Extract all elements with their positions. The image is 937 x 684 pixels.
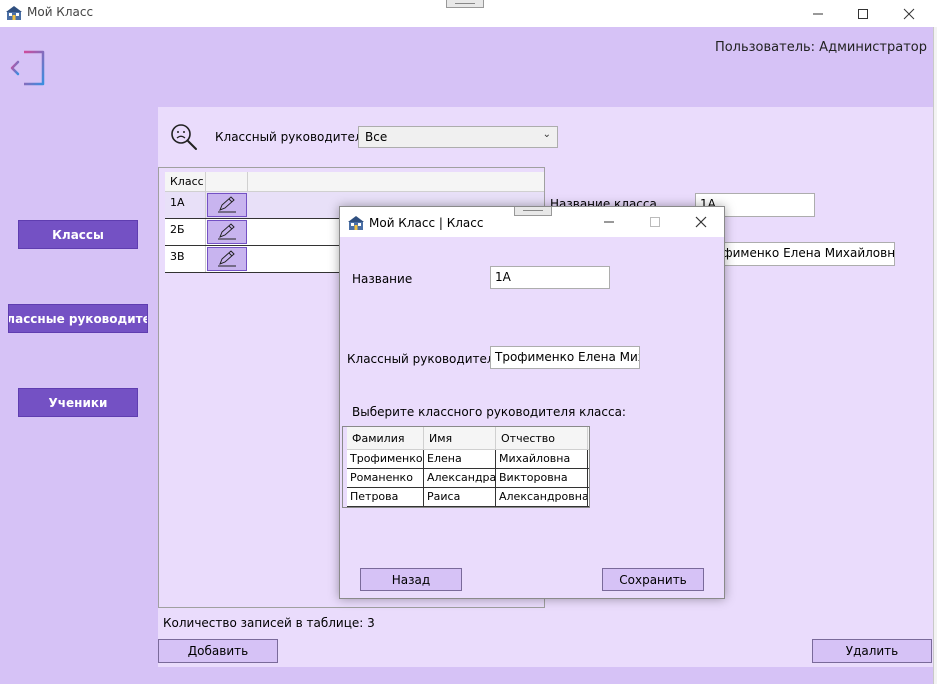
main-titlebar: Мой Класс xyxy=(0,0,937,27)
school-app-icon xyxy=(6,6,22,20)
dialog-minimize-button[interactable] xyxy=(586,207,632,237)
dialog-teacher-input[interactable]: Трофименко Елена Михайл xyxy=(490,346,640,369)
header-bar xyxy=(0,27,933,107)
logout-icon[interactable] xyxy=(8,48,48,88)
dialog-close-button[interactable] xyxy=(678,207,724,237)
lastname-cell: Петрова xyxy=(347,488,424,506)
add-button[interactable]: Добавить xyxy=(158,639,278,663)
firstname-cell: Александра xyxy=(424,469,496,487)
close-button[interactable] xyxy=(886,0,932,27)
column-header-patronymic[interactable]: Отчество xyxy=(496,427,588,449)
teachers-table: Фамилия Имя Отчество Трофименко Елена Ми… xyxy=(342,426,590,508)
choose-teacher-label: Выберите классного руководителя класса: xyxy=(352,405,626,419)
patronymic-cell: Викторовна xyxy=(496,469,588,487)
dialog-resize-grip[interactable] xyxy=(514,207,552,216)
pencil-icon xyxy=(218,196,236,213)
lastname-cell: Романенко xyxy=(347,469,424,487)
firstname-cell: Раиса xyxy=(424,488,496,506)
column-header-lastname[interactable]: Фамилия xyxy=(347,427,424,449)
delete-button[interactable]: Удалить xyxy=(812,639,932,663)
column-header-filler xyxy=(248,172,544,191)
dialog-name-input[interactable]: 1А xyxy=(490,266,610,289)
close-icon xyxy=(903,8,915,19)
minimize-button[interactable] xyxy=(795,0,841,27)
dialog-name-label: Название xyxy=(352,272,413,286)
table-header: Класс xyxy=(165,172,544,192)
patronymic-cell: Александровна xyxy=(496,488,588,506)
edit-button[interactable] xyxy=(207,247,247,271)
minimize-icon xyxy=(604,221,614,223)
minimize-icon xyxy=(813,13,823,14)
resize-grip[interactable] xyxy=(446,0,484,8)
class-cell: 3В xyxy=(165,246,206,272)
lastname-cell: Трофименко xyxy=(347,450,424,468)
record-count-label: Количество записей в таблице: 3 xyxy=(163,616,375,630)
bottom-strip xyxy=(158,667,933,684)
column-header-class[interactable]: Класс xyxy=(165,172,206,191)
table-row[interactable]: Петрова Раиса Александровна xyxy=(347,488,589,507)
sidebar-item-classes[interactable]: Классы xyxy=(18,220,138,249)
column-header-firstname[interactable]: Имя xyxy=(424,427,496,449)
sidebar-item-teachers[interactable]: Классные руководител xyxy=(8,304,148,333)
teacher-filter-label: Классный руководитель: xyxy=(215,130,374,144)
dialog-teacher-label: Классный руководитель xyxy=(347,352,502,366)
teachers-table-header: Фамилия Имя Отчество xyxy=(347,427,589,450)
maximize-icon xyxy=(650,217,660,227)
back-button[interactable]: Назад xyxy=(360,568,462,591)
pencil-icon xyxy=(218,250,236,267)
save-button[interactable]: Сохранить xyxy=(602,568,704,591)
dialog-titlebar: Мой Класс | Класс xyxy=(340,207,724,237)
dialog-title: Мой Класс | Класс xyxy=(369,216,484,230)
class-dialog: Мой Класс | Класс Название 1А Классный р… xyxy=(339,206,725,599)
table-row[interactable]: Трофименко Елена Михайловна xyxy=(347,450,589,469)
edit-button[interactable] xyxy=(207,220,247,244)
class-teacher-field[interactable]: офименко Елена Михайловна xyxy=(710,242,895,266)
edit-button[interactable] xyxy=(207,193,247,217)
school-app-icon xyxy=(348,216,364,230)
teacher-filter-select[interactable]: Все ⌄ xyxy=(358,126,558,148)
window-title: Мой Класс xyxy=(27,5,94,19)
window-edge xyxy=(933,27,937,684)
class-cell: 2Б xyxy=(165,219,206,245)
search-sad-icon xyxy=(171,124,197,150)
firstname-cell: Елена xyxy=(424,450,496,468)
close-icon xyxy=(695,216,707,228)
column-header-edit xyxy=(206,172,248,191)
class-cell: 1А xyxy=(165,192,206,218)
patronymic-cell: Михайловна xyxy=(496,450,588,468)
maximize-button[interactable] xyxy=(840,0,886,27)
sidebar-item-students[interactable]: Ученики xyxy=(18,388,138,417)
dialog-maximize-button xyxy=(632,207,678,237)
table-row[interactable]: Романенко Александра Викторовна xyxy=(347,469,589,488)
teacher-filter-value: Все xyxy=(365,130,388,144)
user-label: Пользователь: Администратор xyxy=(714,40,927,55)
chevron-down-icon: ⌄ xyxy=(542,129,551,140)
pencil-icon xyxy=(218,223,236,240)
maximize-icon xyxy=(858,8,868,19)
